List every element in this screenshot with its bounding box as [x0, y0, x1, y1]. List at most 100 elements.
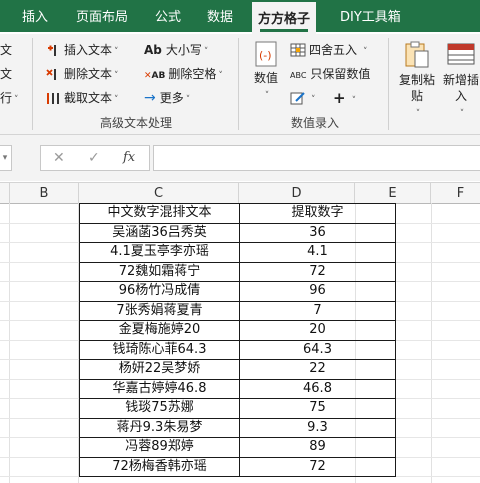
table-row: 冯蓉89郑婷 89	[79, 437, 396, 458]
text-cell[interactable]: 杨妍22吴梦娇	[79, 359, 240, 380]
table-row: 金夏梅施婷20 20	[79, 320, 396, 341]
chevron-down-icon: ˅	[114, 95, 119, 105]
text-group-label: 高级文本处理	[99, 116, 172, 130]
table-row: 华嘉古婷婷46.8 46.8	[79, 378, 396, 399]
case-button[interactable]: Ab 大小写 ˅	[144, 40, 208, 60]
text-cell[interactable]: 华嘉古婷婷46.8	[79, 378, 240, 399]
cancel-icon[interactable]: ✕	[53, 146, 65, 170]
text-cell[interactable]: 72杨梅香韩亦瑶	[79, 456, 240, 477]
number-cell[interactable]: 4.1	[239, 242, 396, 263]
chevron-down-icon: ˅	[114, 71, 119, 81]
number-cell[interactable]: 96	[239, 281, 396, 302]
case-icon: Ab	[144, 43, 162, 57]
chevron-down-icon: ˅	[203, 47, 209, 57]
keep-numbers-icon: ABC	[290, 71, 307, 80]
number-cell[interactable]: 9.3	[239, 417, 396, 438]
number-cell[interactable]: 72	[239, 456, 396, 477]
more-button[interactable]: → 更多 ˅	[144, 88, 190, 108]
group-divider	[238, 38, 239, 130]
ribbon-panel: 文 文 行 ˅ 插入文本 ˅ 删除文本 ˅ 截取文本 ˅ Ab 大小写 ˅ ✕AB 删除空格 ˅…	[0, 34, 480, 135]
number-cell[interactable]: 46.8	[239, 378, 396, 399]
formula-buttons: ✕ ✓ fx	[40, 145, 150, 171]
data-table: 中文数字混排文本 提取数字 吴涵菡36吕秀英 36 4.1夏玉亭李亦瑶 4.1 72魏如霜蒋…	[79, 203, 396, 477]
text-cell[interactable]: 96杨竹冯成倩	[79, 281, 240, 302]
tab-insert[interactable]: 插入	[22, 0, 48, 32]
table-row: 杨妍22吴梦娇 22	[79, 359, 396, 380]
extract-text-icon	[47, 92, 59, 104]
header-cell-text[interactable]: 中文数字混排文本	[79, 203, 240, 224]
more-label: 更多	[159, 91, 184, 105]
column-header-e[interactable]: E	[355, 183, 431, 203]
partial-left-item-1[interactable]: 文	[0, 40, 12, 60]
edit-number-button[interactable]: ˅	[290, 88, 316, 108]
text-cell[interactable]: 钱琦陈心菲64.3	[79, 339, 240, 360]
confirm-icon[interactable]: ✓	[88, 146, 100, 170]
formula-input[interactable]	[153, 145, 480, 171]
delete-space-icon-text: AB	[151, 71, 166, 81]
column-header-c[interactable]: C	[79, 183, 239, 203]
delete-text-label: 删除文本	[64, 67, 113, 81]
keep-numbers-button[interactable]: ABC 只保留数值	[290, 64, 370, 84]
text-cell[interactable]: 钱琰75苏娜	[79, 398, 240, 419]
text-cell[interactable]: 蒋丹9.3朱易梦	[79, 417, 240, 438]
formula-bar-area: ▾ ✕ ✓ fx	[0, 135, 480, 181]
tab-formulas[interactable]: 公式	[155, 0, 181, 32]
number-cell[interactable]: 7	[239, 300, 396, 321]
insert-text-button[interactable]: 插入文本 ˅	[45, 40, 119, 60]
plus-icon: +	[333, 89, 346, 107]
grid-icon	[290, 43, 306, 56]
keep-numbers-label: 只保留数值	[310, 67, 371, 81]
chevron-down-icon: ˅	[114, 47, 119, 57]
copy-paste-button[interactable]: 复制粘贴 ˅	[396, 40, 438, 122]
name-box-dropdown[interactable]: ▾	[0, 145, 12, 171]
partial-left-item-3[interactable]: 行 ˅	[0, 88, 19, 108]
text-cell[interactable]: 吴涵菡36吕秀英	[79, 222, 240, 243]
number-cell[interactable]: 89	[239, 437, 396, 458]
number-cell[interactable]: 20	[239, 320, 396, 341]
delete-space-button[interactable]: ✕AB 删除空格 ˅	[144, 64, 223, 84]
number-cell[interactable]: 22	[239, 359, 396, 380]
table-row: 吴涵菡36吕秀英 36	[79, 222, 396, 243]
table-row: 钱琦陈心菲64.3 64.3	[79, 339, 396, 360]
edit-icon	[290, 91, 305, 104]
partial-left-item-2[interactable]: 文	[0, 64, 12, 84]
table-header-row: 中文数字混排文本 提取数字	[79, 203, 396, 224]
case-label: 大小写	[165, 43, 202, 57]
text-cell[interactable]: 4.1夏玉亭李亦瑶	[79, 242, 240, 263]
clipboard-icon	[405, 41, 429, 68]
header-cell-number[interactable]: 提取数字	[239, 203, 396, 224]
text-cell[interactable]: 金夏梅施婷20	[79, 320, 240, 341]
tab-fangfangezi[interactable]: 方方格子	[252, 2, 317, 34]
tab-page-layout[interactable]: 页面布局	[76, 0, 128, 32]
value-button[interactable]: (-) 数值 ˅	[248, 40, 284, 104]
new-insert-button[interactable]: 新增插入 ˅	[440, 40, 480, 122]
extract-text-button[interactable]: 截取文本 ˅	[45, 88, 119, 108]
column-header-partial[interactable]	[0, 183, 10, 203]
insert-function-icon[interactable]: fx	[123, 146, 135, 170]
group-divider	[388, 38, 389, 130]
table-row: 7张秀娟蒋夏青 7	[79, 300, 396, 321]
text-cell[interactable]: 72魏如霜蒋宁	[79, 261, 240, 282]
tab-data[interactable]: 数据	[207, 0, 233, 32]
group-divider	[32, 38, 33, 130]
number-cell[interactable]: 72	[239, 261, 396, 282]
tab-fangfangezi-label: 方方格子	[258, 12, 311, 27]
column-header-b[interactable]: B	[10, 183, 79, 203]
column-header-f[interactable]: F	[431, 183, 480, 203]
chevron-down-icon: ˅	[351, 96, 357, 106]
chevron-down-icon: ˅	[459, 109, 465, 119]
column-header-d[interactable]: D	[239, 183, 355, 203]
chevron-down-icon: ˅	[185, 95, 191, 105]
text-cell[interactable]: 7张秀娟蒋夏青	[79, 300, 240, 321]
add-button[interactable]: + ˅	[333, 88, 356, 108]
copy-paste-label: 复制粘贴	[398, 73, 435, 103]
number-cell[interactable]: 64.3	[239, 339, 396, 360]
chevron-down-icon: ˅	[14, 95, 19, 105]
delete-text-icon	[46, 68, 56, 80]
delete-text-button[interactable]: 删除文本 ˅	[45, 64, 119, 84]
round-button[interactable]: 四舍五入 ˅	[290, 40, 368, 60]
tab-diy-toolbox[interactable]: DIY工具箱	[340, 0, 401, 32]
number-cell[interactable]: 36	[239, 222, 396, 243]
number-cell[interactable]: 75	[239, 398, 396, 419]
text-cell[interactable]: 冯蓉89郑婷	[79, 437, 240, 458]
